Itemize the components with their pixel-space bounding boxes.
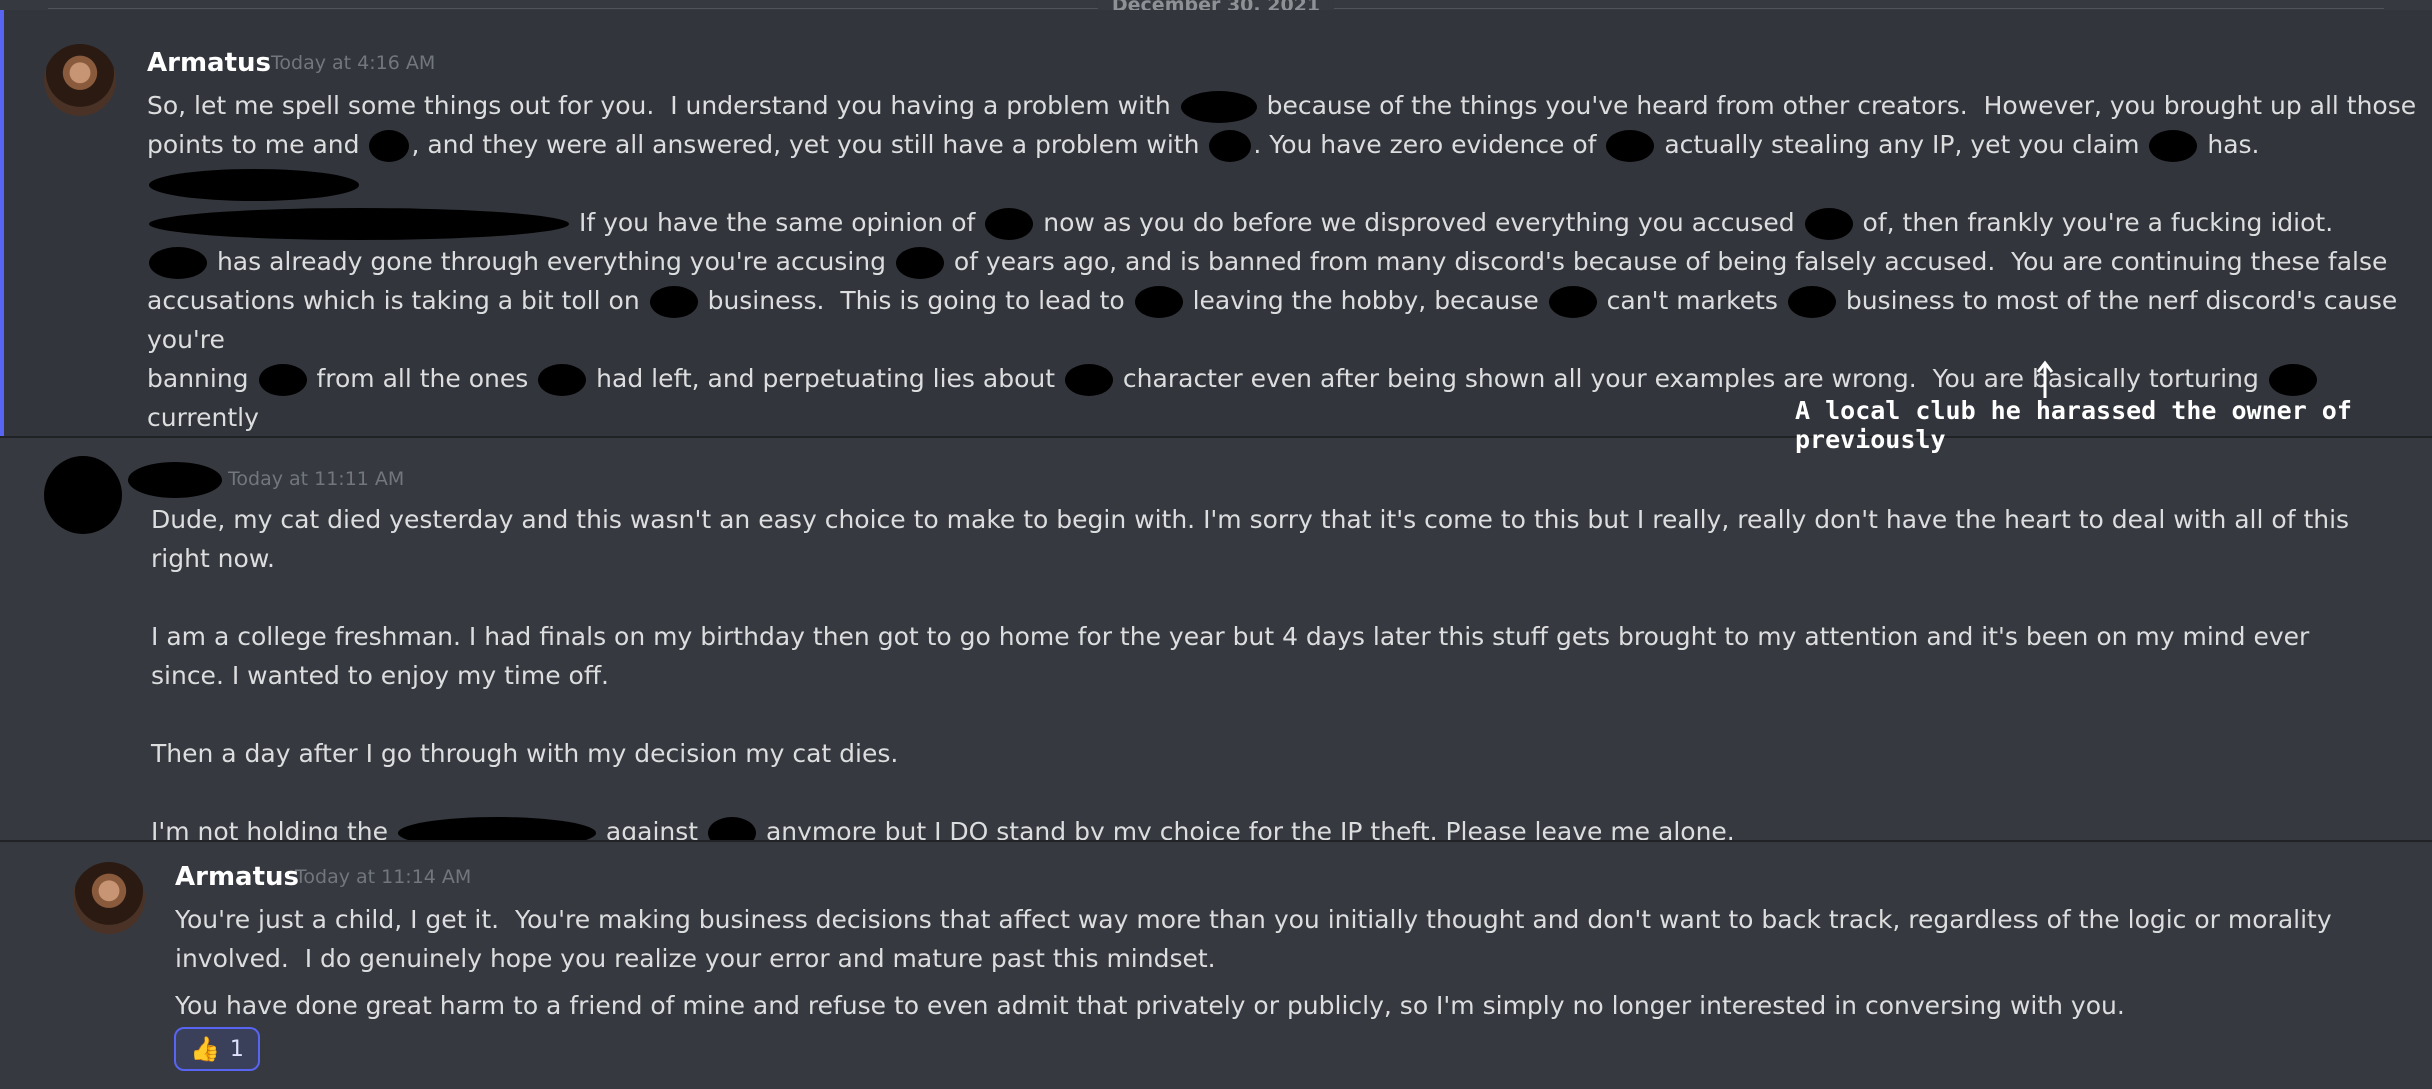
redacted-name bbox=[149, 169, 359, 201]
message-paragraph: You have done great harm to a friend of … bbox=[175, 991, 2125, 1020]
username[interactable]: Armatus bbox=[175, 862, 299, 892]
message-group-3[interactable]: Armatus Today at 11:14 AM You're just a … bbox=[0, 842, 2432, 1089]
redacted-name bbox=[1180, 91, 1257, 123]
username-redacted[interactable] bbox=[128, 462, 222, 498]
message-paragraph: You're just a child, I get it. You're ma… bbox=[175, 905, 2340, 973]
redacted-name bbox=[2149, 130, 2198, 162]
redacted-name bbox=[538, 364, 587, 396]
redacted-name bbox=[1787, 286, 1836, 318]
redacted-name bbox=[1064, 364, 1113, 396]
redacted-name bbox=[1606, 130, 1655, 162]
message-group-2[interactable]: Today at 11:11 AM Dude, my cat died yest… bbox=[0, 438, 2432, 849]
thumbs-up-icon: 👍 bbox=[190, 1035, 220, 1063]
timestamp[interactable]: Today at 11:11 AM bbox=[228, 464, 404, 494]
message-paragraph: Dude, my cat died yesterday and this was… bbox=[151, 505, 2358, 573]
avatar[interactable] bbox=[73, 862, 145, 934]
message-line: So, let me spell some things out for you… bbox=[147, 86, 2417, 125]
redacted-name bbox=[149, 247, 207, 279]
message-paragraph: I am a college freshman. I had finals on… bbox=[151, 622, 2318, 690]
redacted-name bbox=[1548, 286, 1597, 318]
redacted-name bbox=[1804, 208, 1853, 240]
reaction-thumbs-up[interactable]: 👍 1 bbox=[174, 1027, 260, 1071]
reaction-count: 1 bbox=[229, 1036, 244, 1062]
annotation-note: A local club he harassed the owner of pr… bbox=[1795, 396, 2352, 454]
avatar[interactable] bbox=[44, 44, 116, 116]
message-paragraph: Then a day after I go through with my de… bbox=[151, 739, 899, 768]
avatar-redacted[interactable] bbox=[44, 456, 122, 534]
redacted-name bbox=[895, 247, 944, 279]
message-line: has already gone through everything you'… bbox=[147, 242, 2417, 281]
username[interactable]: Armatus bbox=[147, 48, 271, 78]
message-line: If you have the same opinion of now as y… bbox=[147, 203, 2417, 242]
arrow-up-icon bbox=[2036, 360, 2054, 398]
message-content: Dude, my cat died yesterday and this was… bbox=[151, 500, 2351, 851]
redacted-name bbox=[649, 286, 698, 318]
message-line: points to me and , and they were all ans… bbox=[147, 125, 2417, 203]
message-line: accusations which is taking a bit toll o… bbox=[147, 286, 2406, 354]
timestamp[interactable]: Today at 11:14 AM bbox=[295, 862, 471, 892]
redacted-name bbox=[1209, 130, 1252, 162]
message-content: You're just a child, I get it. You're ma… bbox=[175, 900, 2355, 1025]
timestamp[interactable]: Today at 4:16 AM bbox=[271, 48, 435, 78]
redacted-name bbox=[258, 364, 307, 396]
redacted-name bbox=[985, 208, 1034, 240]
redacted-name bbox=[369, 130, 410, 162]
redacted-name bbox=[149, 208, 569, 240]
message-group-1[interactable]: Armatus Today at 4:16 AM So, let me spel… bbox=[0, 10, 2432, 513]
redacted-name bbox=[1134, 286, 1183, 318]
redacted-name bbox=[2268, 364, 2317, 396]
